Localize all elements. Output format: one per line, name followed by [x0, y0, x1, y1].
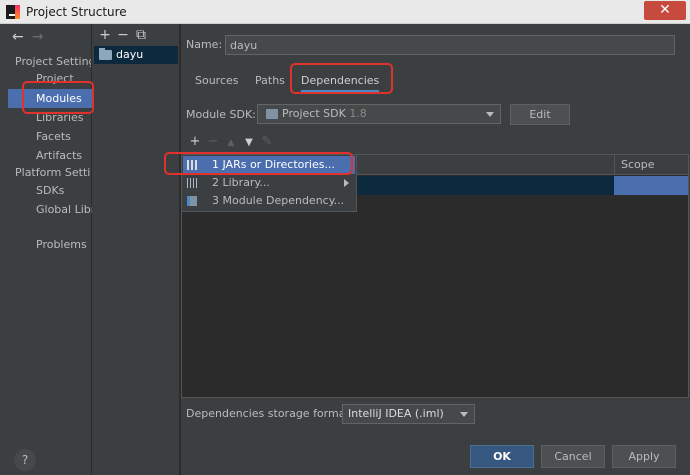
- menu-item-label: Library...: [222, 176, 270, 189]
- remove-module-icon[interactable]: −: [114, 27, 132, 43]
- modules-panel: + − ⧉ dayu: [92, 24, 180, 475]
- menu-item-jars-or-directories[interactable]: 1 JARs or Directories...: [183, 156, 355, 174]
- sidebar-item-modules[interactable]: Modules: [8, 89, 92, 108]
- title-bar: Project Structure ✕: [0, 0, 690, 24]
- tab-paths[interactable]: Paths: [255, 72, 285, 92]
- move-down-icon[interactable]: ▼: [240, 137, 258, 148]
- module-icon: [187, 196, 197, 206]
- scope-column-header[interactable]: Scope: [614, 155, 688, 175]
- jar-icon: [187, 160, 197, 170]
- module-sdk-version: 1.8: [349, 107, 367, 120]
- module-list-item[interactable]: dayu: [94, 46, 178, 64]
- settings-sidebar: ←→ Project Settings Project Modules Libr…: [0, 24, 92, 475]
- edit-sdk-button[interactable]: Edit: [510, 104, 570, 125]
- add-dependency-icon[interactable]: +: [186, 134, 204, 149]
- project-settings-heading: Project Settings: [15, 55, 91, 68]
- sdk-folder-icon: [266, 109, 278, 119]
- module-sdk-dropdown[interactable]: Project SDK 1.8: [257, 104, 501, 124]
- library-icon: [187, 178, 197, 188]
- menu-item-label: Module Dependency...: [222, 194, 345, 207]
- sidebar-item-global-libraries[interactable]: Global Libraries: [8, 200, 92, 219]
- module-name: dayu: [116, 48, 144, 61]
- dependencies-toolbar: + − ▲ ▼ ✎: [186, 134, 276, 152]
- module-sdk-value: Project SDK: [282, 107, 346, 120]
- tab-sources[interactable]: Sources: [195, 72, 239, 92]
- sidebar-item-sdks[interactable]: SDKs: [8, 181, 92, 200]
- sidebar-item-project[interactable]: Project: [8, 69, 92, 88]
- menu-item-number: 2: [212, 176, 219, 189]
- platform-settings-heading: Platform Settings: [15, 166, 91, 179]
- menu-item-library[interactable]: 2 Library...: [183, 174, 355, 192]
- back-arrow-icon[interactable]: ←: [12, 29, 24, 45]
- storage-format-label: Dependencies storage format:: [186, 407, 354, 420]
- modules-toolbar: + − ⧉: [96, 27, 150, 43]
- help-button[interactable]: ?: [14, 449, 36, 471]
- module-settings-panel: Name: Sources Paths Dependencies Module …: [181, 24, 690, 433]
- module-name-input[interactable]: [225, 35, 675, 55]
- chevron-down-icon: [460, 412, 468, 417]
- menu-item-number: 1: [212, 158, 219, 171]
- name-label: Name:: [186, 38, 223, 51]
- window-title: Project Structure: [26, 5, 127, 19]
- remove-dependency-icon[interactable]: −: [204, 134, 222, 149]
- apply-button[interactable]: Apply: [612, 445, 676, 468]
- menu-item-number: 3: [212, 194, 219, 207]
- menu-item-label: JARs or Directories...: [222, 158, 335, 171]
- sidebar-item-problems[interactable]: Problems: [8, 235, 92, 254]
- table-row-scope-cell[interactable]: [614, 176, 688, 195]
- intellij-app-icon: [6, 5, 20, 19]
- dialog-footer: OK Cancel Apply: [181, 433, 690, 475]
- add-module-icon[interactable]: +: [96, 27, 114, 43]
- move-up-icon[interactable]: ▲: [222, 138, 240, 148]
- close-button[interactable]: ✕: [644, 1, 686, 20]
- history-navigation: ← →: [12, 29, 43, 45]
- copy-module-icon[interactable]: ⧉: [132, 27, 150, 43]
- chevron-right-icon: [344, 179, 349, 187]
- ok-button[interactable]: OK: [470, 445, 534, 468]
- sidebar-item-facets[interactable]: Facets: [8, 127, 92, 146]
- sidebar-item-artifacts[interactable]: Artifacts: [8, 146, 92, 165]
- storage-format-value: IntelliJ IDEA (.iml): [348, 407, 444, 420]
- sidebar-item-libraries[interactable]: Libraries: [8, 108, 92, 127]
- module-folder-icon: [99, 48, 112, 60]
- tab-dependencies[interactable]: Dependencies: [301, 72, 380, 92]
- cancel-button[interactable]: Cancel: [541, 445, 605, 468]
- forward-arrow-icon[interactable]: →: [32, 29, 44, 45]
- storage-format-dropdown[interactable]: IntelliJ IDEA (.iml): [342, 404, 475, 424]
- module-sdk-label: Module SDK:: [186, 108, 256, 121]
- add-dependency-menu: 1 JARs or Directories... 2 Library... 3 …: [181, 154, 357, 212]
- chevron-down-icon: [486, 112, 494, 117]
- menu-item-module-dependency[interactable]: 3 Module Dependency...: [183, 192, 355, 210]
- edit-dependency-icon[interactable]: ✎: [258, 134, 276, 149]
